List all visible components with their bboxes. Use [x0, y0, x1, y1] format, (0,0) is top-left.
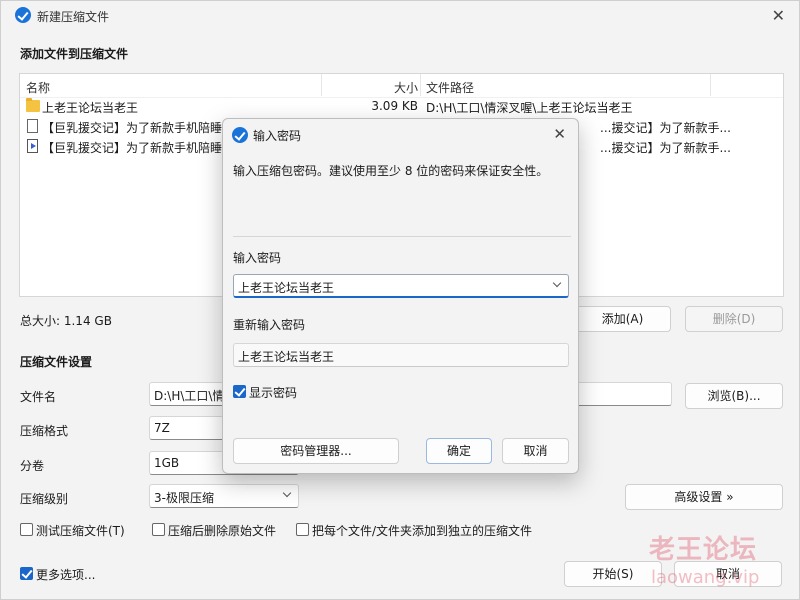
title-bar: 新建压缩文件 ✕ [1, 1, 799, 31]
level-label: 压缩级别 [20, 492, 69, 506]
password-manager-button[interactable]: 密码管理器... [233, 438, 399, 464]
column-divider[interactable] [710, 74, 711, 96]
dialog-description: 输入压缩包密码。建议使用至少 8 位的密码来保证安全性。 [233, 164, 549, 178]
reenter-password-label: 重新输入密码 [233, 318, 306, 332]
watermark-url: laowang.vip [651, 567, 760, 588]
format-value: 7Z [154, 421, 170, 435]
advanced-settings-button[interactable]: 高级设置 » [625, 484, 783, 510]
more-options-checkbox[interactable] [20, 567, 33, 580]
column-name-header[interactable]: 名称 [26, 79, 50, 96]
column-size-header[interactable]: 大小 [394, 79, 418, 96]
video-icon [27, 139, 38, 153]
folder-icon [26, 98, 40, 112]
delete-after-label[interactable]: 压缩后删除原始文件 [168, 522, 276, 539]
file-path: ...援交记】为了新款手... [600, 141, 731, 155]
delete-after-checkbox[interactable] [152, 523, 165, 536]
format-label: 压缩格式 [20, 424, 69, 438]
dialog-title: 输入密码 [253, 129, 302, 143]
app-logo-icon [232, 127, 248, 143]
ok-button[interactable]: 确定 [426, 438, 492, 464]
chevron-down-icon [282, 488, 292, 498]
file-path: ...援交记】为了新款手... [600, 121, 731, 135]
split-value: 1GB [154, 456, 180, 470]
file-section-title: 添加文件到压缩文件 [20, 47, 129, 61]
list-item[interactable]: 上老王论坛当老王 3.09 KB D:\H\工口\情深叉喔\上老王论坛当老王 [20, 97, 783, 117]
column-path-header[interactable]: 文件路径 [426, 79, 474, 96]
file-path: D:\H\工口\情深叉喔\上老王论坛当老王 [426, 101, 633, 115]
file-list-header: 名称 大小 文件路径 [20, 74, 783, 98]
watermark-logo: 老王论坛 [649, 535, 758, 565]
window-close-icon[interactable]: ✕ [772, 6, 785, 25]
separate-archives-checkbox[interactable] [296, 523, 309, 536]
password-label: 输入密码 [233, 251, 282, 265]
password-input[interactable]: 上老王论坛当老王 [233, 274, 569, 298]
level-select[interactable]: 3-极限压缩 [149, 484, 299, 508]
filename-label: 文件名 [20, 390, 57, 404]
column-divider[interactable] [420, 74, 421, 96]
test-archive-label[interactable]: 测试压缩文件(T) [36, 522, 125, 539]
column-divider[interactable] [321, 74, 322, 96]
dialog-cancel-button[interactable]: 取消 [502, 438, 569, 464]
file-size: 3.09 KB [371, 99, 418, 113]
browse-button[interactable]: 浏览(B)... [685, 383, 783, 409]
more-options-label[interactable]: 更多选项... [36, 566, 95, 583]
delete-button[interactable]: 删除(D) [685, 306, 783, 332]
document-icon [27, 119, 38, 133]
test-archive-checkbox[interactable] [20, 523, 33, 536]
dialog-close-icon[interactable]: ✕ [553, 125, 566, 143]
start-button[interactable]: 开始(S) [564, 561, 662, 587]
app-logo-icon [15, 7, 31, 23]
split-label: 分卷 [20, 459, 45, 473]
level-value: 3-极限压缩 [154, 491, 214, 505]
show-password-label[interactable]: 显示密码 [249, 384, 297, 401]
add-button[interactable]: 添加(A) [574, 306, 671, 332]
chevron-down-icon[interactable] [552, 278, 562, 288]
password-dialog: 输入密码 ✕ 输入压缩包密码。建议使用至少 8 位的密码来保证安全性。 输入密码… [222, 118, 579, 474]
divider [233, 236, 571, 237]
show-password-checkbox[interactable] [233, 385, 246, 398]
total-size-text: 总大小: 1.14 GB [20, 314, 112, 328]
reenter-password-input[interactable]: 上老王论坛当老王 [233, 343, 569, 367]
window-title: 新建压缩文件 [37, 10, 110, 24]
settings-section-title: 压缩文件设置 [20, 355, 93, 369]
separate-archives-label[interactable]: 把每个文件/文件夹添加到独立的压缩文件 [312, 522, 532, 539]
file-name: 上老王论坛当老王 [42, 101, 139, 115]
password-value: 上老王论坛当老王 [238, 281, 335, 295]
